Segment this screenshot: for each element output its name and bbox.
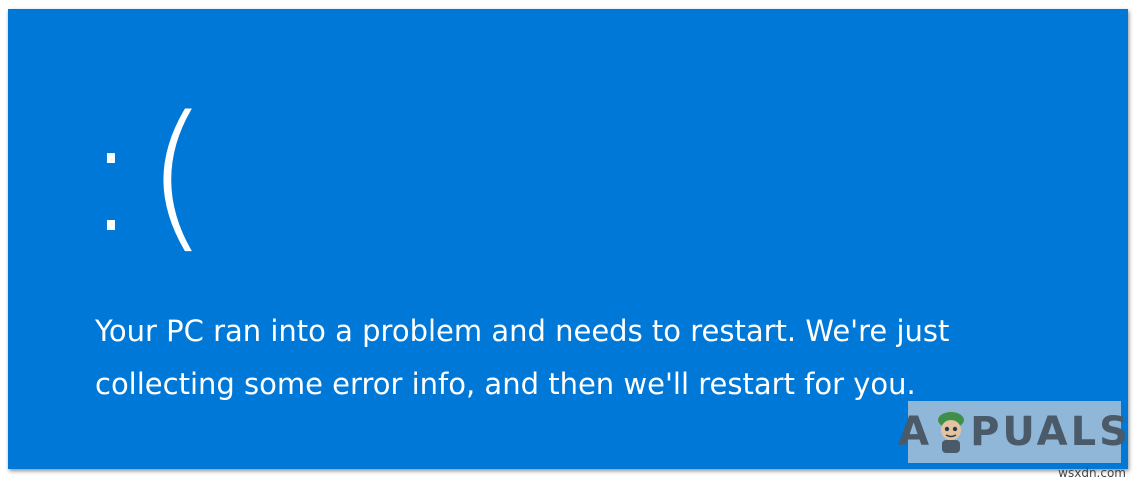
screenshot-frame: :( Your PC ran into a problem and needs … — [0, 0, 1140, 482]
appuals-mascot-icon — [934, 410, 968, 454]
watermark-logo: A PUALS — [898, 409, 1128, 455]
watermark-brand-left: A — [898, 409, 933, 455]
watermark-brand-right: PUALS — [970, 409, 1128, 455]
site-label: wsxdn.com — [1058, 466, 1126, 480]
blue-screen: :( Your PC ran into a problem and needs … — [8, 9, 1128, 469]
sad-face-emoticon: :( — [84, 81, 217, 268]
error-message: Your PC ran into a problem and needs to … — [95, 314, 950, 401]
appuals-watermark: A PUALS — [898, 401, 1128, 463]
